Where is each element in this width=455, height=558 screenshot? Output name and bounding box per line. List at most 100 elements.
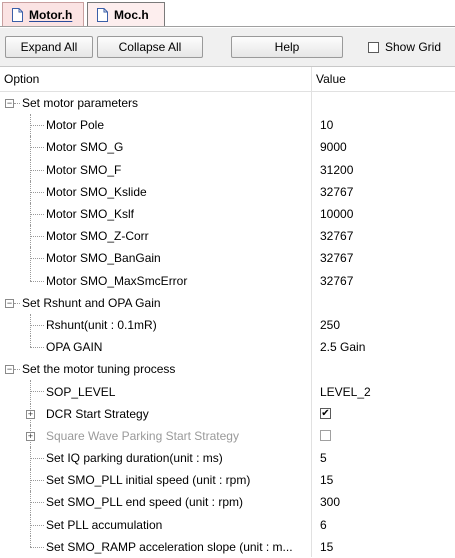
option-value[interactable]: 10000: [320, 203, 353, 225]
option-label: OPA GAIN: [46, 340, 103, 355]
list-item[interactable]: Motor SMO_BanGain 32767: [0, 247, 455, 270]
tab-divider: [0, 26, 455, 27]
list-item[interactable]: OPA GAIN 2.5 Gain: [0, 336, 455, 358]
group-label: Set Rshunt and OPA Gain: [22, 295, 161, 310]
tree-line: [30, 280, 44, 282]
tree-line: [30, 191, 44, 193]
option-value[interactable]: 15: [320, 536, 333, 558]
value-text: 32767: [320, 273, 354, 288]
list-item[interactable]: Motor SMO_MaxSmcError 32767: [0, 269, 455, 292]
option-label: Set SMO_PLL initial speed (unit : rpm): [46, 473, 251, 488]
option-label: Motor SMO_MaxSmcError: [46, 273, 188, 288]
tab-label: Motor.h: [29, 7, 73, 22]
option-label: Motor SMO_G: [46, 140, 124, 155]
option-label: DCR Start Strategy: [46, 406, 149, 421]
tab-moc-h[interactable]: Moc.h: [87, 2, 165, 26]
tree-line: [30, 258, 44, 260]
option-value[interactable]: 10: [320, 114, 333, 136]
group-row[interactable]: − Set motor parameters: [0, 92, 455, 114]
option-value[interactable]: 32767: [320, 225, 353, 247]
list-item[interactable]: Set SMO_RAMP acceleration slope (unit : …: [0, 535, 455, 558]
tree-line: [14, 103, 20, 104]
tree-line: [30, 169, 44, 171]
list-item[interactable]: Motor Pole 10: [0, 114, 455, 137]
tree-line: [30, 480, 44, 482]
list-item[interactable]: + DCR Start Strategy ✔: [0, 402, 455, 425]
collapse-icon[interactable]: −: [5, 298, 14, 308]
option-value[interactable]: 31200: [320, 159, 353, 181]
option-label: Set SMO_RAMP acceleration slope (unit : …: [46, 539, 293, 554]
list-item[interactable]: + Square Wave Parking Start Strategy: [0, 424, 455, 447]
expand-all-button[interactable]: Expand All: [5, 36, 93, 58]
value-text: 10000: [320, 207, 354, 222]
document-icon: [12, 7, 23, 22]
property-grid: Option Value − Set motor parameters Motor …: [0, 67, 455, 558]
value-header: Value: [316, 72, 346, 86]
expand-icon[interactable]: +: [26, 409, 35, 419]
option-value[interactable]: 2.5 Gain: [320, 336, 365, 358]
show-grid-toggle[interactable]: Show Grid: [368, 40, 441, 54]
list-item[interactable]: Set SMO_PLL end speed (unit : rpm) 300: [0, 491, 455, 514]
value-text: 5: [320, 451, 327, 466]
list-item[interactable]: SOP_LEVEL LEVEL_2: [0, 380, 455, 403]
list-item[interactable]: Set SMO_PLL initial speed (unit : rpm) 15: [0, 469, 455, 492]
tree-line: [30, 147, 44, 149]
help-button[interactable]: Help: [231, 36, 343, 58]
option-value[interactable]: 32767: [320, 270, 353, 292]
value-text: 32767: [320, 251, 354, 266]
collapse-icon[interactable]: −: [5, 99, 14, 108]
option-label: Motor SMO_BanGain: [46, 251, 161, 266]
tree-line: [30, 391, 44, 393]
option-value[interactable]: 250: [320, 314, 340, 336]
list-item[interactable]: Rshunt(unit : 0.1mR) 250: [0, 313, 455, 336]
option-value[interactable]: 32767: [320, 181, 353, 203]
list-item[interactable]: Motor SMO_Kslide 32767: [0, 180, 455, 203]
option-value[interactable]: 15: [320, 469, 333, 491]
collapse-icon[interactable]: −: [5, 365, 14, 375]
tree-line: [30, 502, 44, 504]
option-label: Set PLL accumulation: [46, 517, 163, 532]
tree-line: [14, 369, 20, 371]
group-row[interactable]: − Set Rshunt and OPA Gain: [0, 292, 455, 314]
dcr-checkbox[interactable]: ✔: [320, 408, 331, 420]
tab-label: Moc.h: [114, 7, 149, 22]
option-value[interactable]: 9000: [320, 136, 347, 158]
value-text: 31200: [320, 162, 354, 177]
expand-icon[interactable]: +: [26, 431, 35, 441]
value-text: 15: [320, 473, 334, 488]
option-value[interactable]: ✔: [320, 403, 331, 425]
tree-line: [30, 336, 31, 348]
list-item[interactable]: Motor SMO_Kslf 10000: [0, 202, 455, 225]
option-value[interactable]: [320, 425, 331, 447]
option-value[interactable]: 6: [320, 514, 327, 536]
value-text: 32767: [320, 184, 354, 199]
option-label: Set IQ parking duration(unit : ms): [46, 451, 223, 466]
value-text: LEVEL_2: [320, 384, 371, 399]
group-row[interactable]: − Set the motor tuning process: [0, 358, 455, 380]
option-value[interactable]: 300: [320, 491, 340, 513]
value-text: 15: [320, 539, 334, 554]
square-wave-checkbox[interactable]: [320, 430, 331, 442]
tree-line: [30, 324, 44, 326]
list-item[interactable]: Motor SMO_F 31200: [0, 158, 455, 181]
option-value[interactable]: 5: [320, 447, 327, 469]
toolbar: Expand All Collapse All Help Show Grid: [0, 28, 455, 67]
list-item[interactable]: Set IQ parking duration(unit : ms) 5: [0, 447, 455, 469]
value-text: 10: [320, 118, 334, 133]
show-grid-checkbox[interactable]: [368, 41, 379, 53]
value-text: 32767: [320, 229, 354, 244]
tree-line: [30, 546, 44, 548]
tree-line: [30, 269, 31, 281]
option-value[interactable]: LEVEL_2: [320, 380, 371, 402]
tab-motor-h[interactable]: Motor.h: [2, 2, 84, 26]
value-text: 9000: [320, 140, 347, 155]
tree-line: [30, 236, 44, 238]
list-item[interactable]: Motor SMO_G 9000: [0, 136, 455, 159]
tab-bar: Motor.h Moc.h: [0, 0, 455, 28]
list-item[interactable]: Set PLL accumulation 6: [0, 513, 455, 536]
option-value[interactable]: 32767: [320, 247, 353, 269]
tree-line: [30, 458, 44, 459]
collapse-all-button[interactable]: Collapse All: [97, 36, 203, 58]
list-item[interactable]: Motor SMO_Z-Corr 32767: [0, 225, 455, 248]
value-text: 2.5 Gain: [320, 340, 366, 355]
